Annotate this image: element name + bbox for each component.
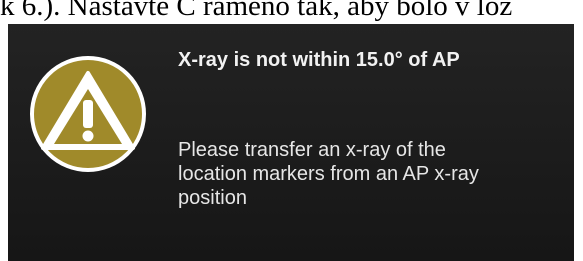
page: k 6.). Nastavte C rameno tak, aby bolo v… xyxy=(0,0,583,261)
message-line: position xyxy=(178,187,247,209)
message-line: Please transfer an x-ray of the xyxy=(178,139,446,161)
background-document-text: k 6.). Nastavte C rameno tak, aby bolo v… xyxy=(0,0,513,22)
message-line: location markers from an AP x-ray xyxy=(178,163,479,185)
warning-dialog: X-ray is not within 15.0° of AP Please t… xyxy=(8,24,574,261)
dialog-message: Please transfer an x-ray of the location… xyxy=(178,138,558,210)
warning-triangle-icon xyxy=(30,56,146,172)
dialog-title: X-ray is not within 15.0° of AP xyxy=(178,49,460,71)
